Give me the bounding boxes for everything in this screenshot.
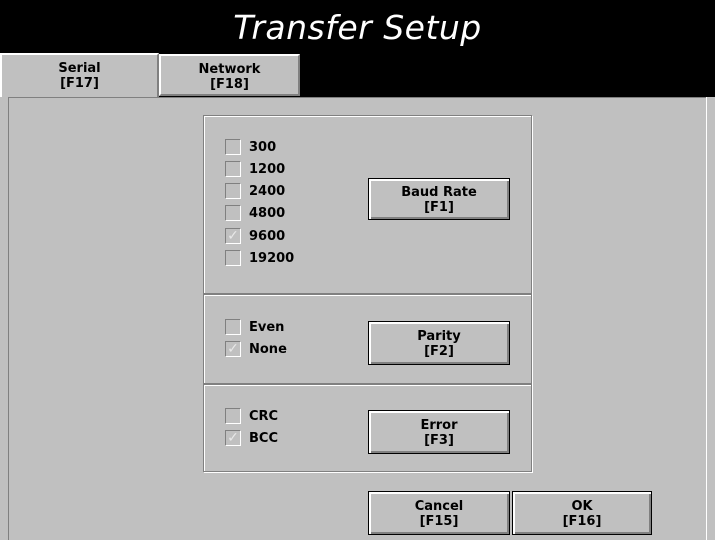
baud-rate-button-key: [F1] [424, 200, 454, 215]
baud-2400-checkbox[interactable] [225, 183, 241, 199]
baud-rate-button[interactable]: Baud Rate [F1] [368, 178, 510, 220]
baud-9600-label: 9600 [249, 229, 286, 244]
ok-button-key: [F16] [562, 514, 602, 529]
baud-300-checkbox[interactable] [225, 139, 241, 155]
baud-19200-checkbox[interactable] [225, 250, 241, 266]
frame-left [0, 97, 9, 540]
parity-none-label: None [249, 342, 287, 357]
ok-button[interactable]: OK [F16] [512, 491, 652, 535]
error-bcc-checkbox[interactable]: ✓ [225, 430, 241, 446]
parity-none-checkbox[interactable]: ✓ [225, 341, 241, 357]
baud-4800-label: 4800 [249, 206, 286, 221]
ok-button-label: OK [571, 499, 593, 514]
parity-button-label: Parity [417, 329, 461, 344]
parity-button-key: [F2] [424, 344, 454, 359]
error-crc-label: CRC [249, 409, 279, 424]
parity-even-label: Even [249, 320, 285, 335]
baud-1200-label: 1200 [249, 162, 286, 177]
baud-2400-label: 2400 [249, 184, 286, 199]
parity-button[interactable]: Parity [F2] [368, 321, 510, 365]
baud-300-label: 300 [249, 140, 277, 155]
cancel-button[interactable]: Cancel [F15] [368, 491, 510, 535]
baud-9600-checkbox[interactable]: ✓ [225, 228, 241, 244]
cancel-button-label: Cancel [414, 499, 464, 514]
baud-rate-button-label: Baud Rate [401, 185, 477, 200]
tab-network-label: Network [198, 62, 261, 77]
cancel-button-key: [F15] [419, 514, 459, 529]
error-button-key: [F3] [424, 433, 454, 448]
tab-network-key: [F18] [210, 77, 249, 92]
baud-4800-checkbox[interactable] [225, 205, 241, 221]
tab-serial-key: [F17] [60, 76, 99, 91]
baud-1200-checkbox[interactable] [225, 161, 241, 177]
error-button-label: Error [420, 418, 458, 433]
tab-network[interactable]: Network [F18] [159, 54, 300, 96]
error-button[interactable]: Error [F3] [368, 410, 510, 454]
frame-right [706, 97, 715, 540]
parity-even-checkbox[interactable] [225, 319, 241, 335]
error-bcc-label: BCC [249, 431, 278, 446]
error-crc-checkbox[interactable] [225, 408, 241, 424]
tab-serial[interactable]: Serial [F17] [0, 53, 159, 97]
window-title: Transfer Setup [233, 8, 482, 47]
tab-serial-label: Serial [58, 61, 101, 76]
baud-19200-label: 19200 [249, 251, 295, 266]
